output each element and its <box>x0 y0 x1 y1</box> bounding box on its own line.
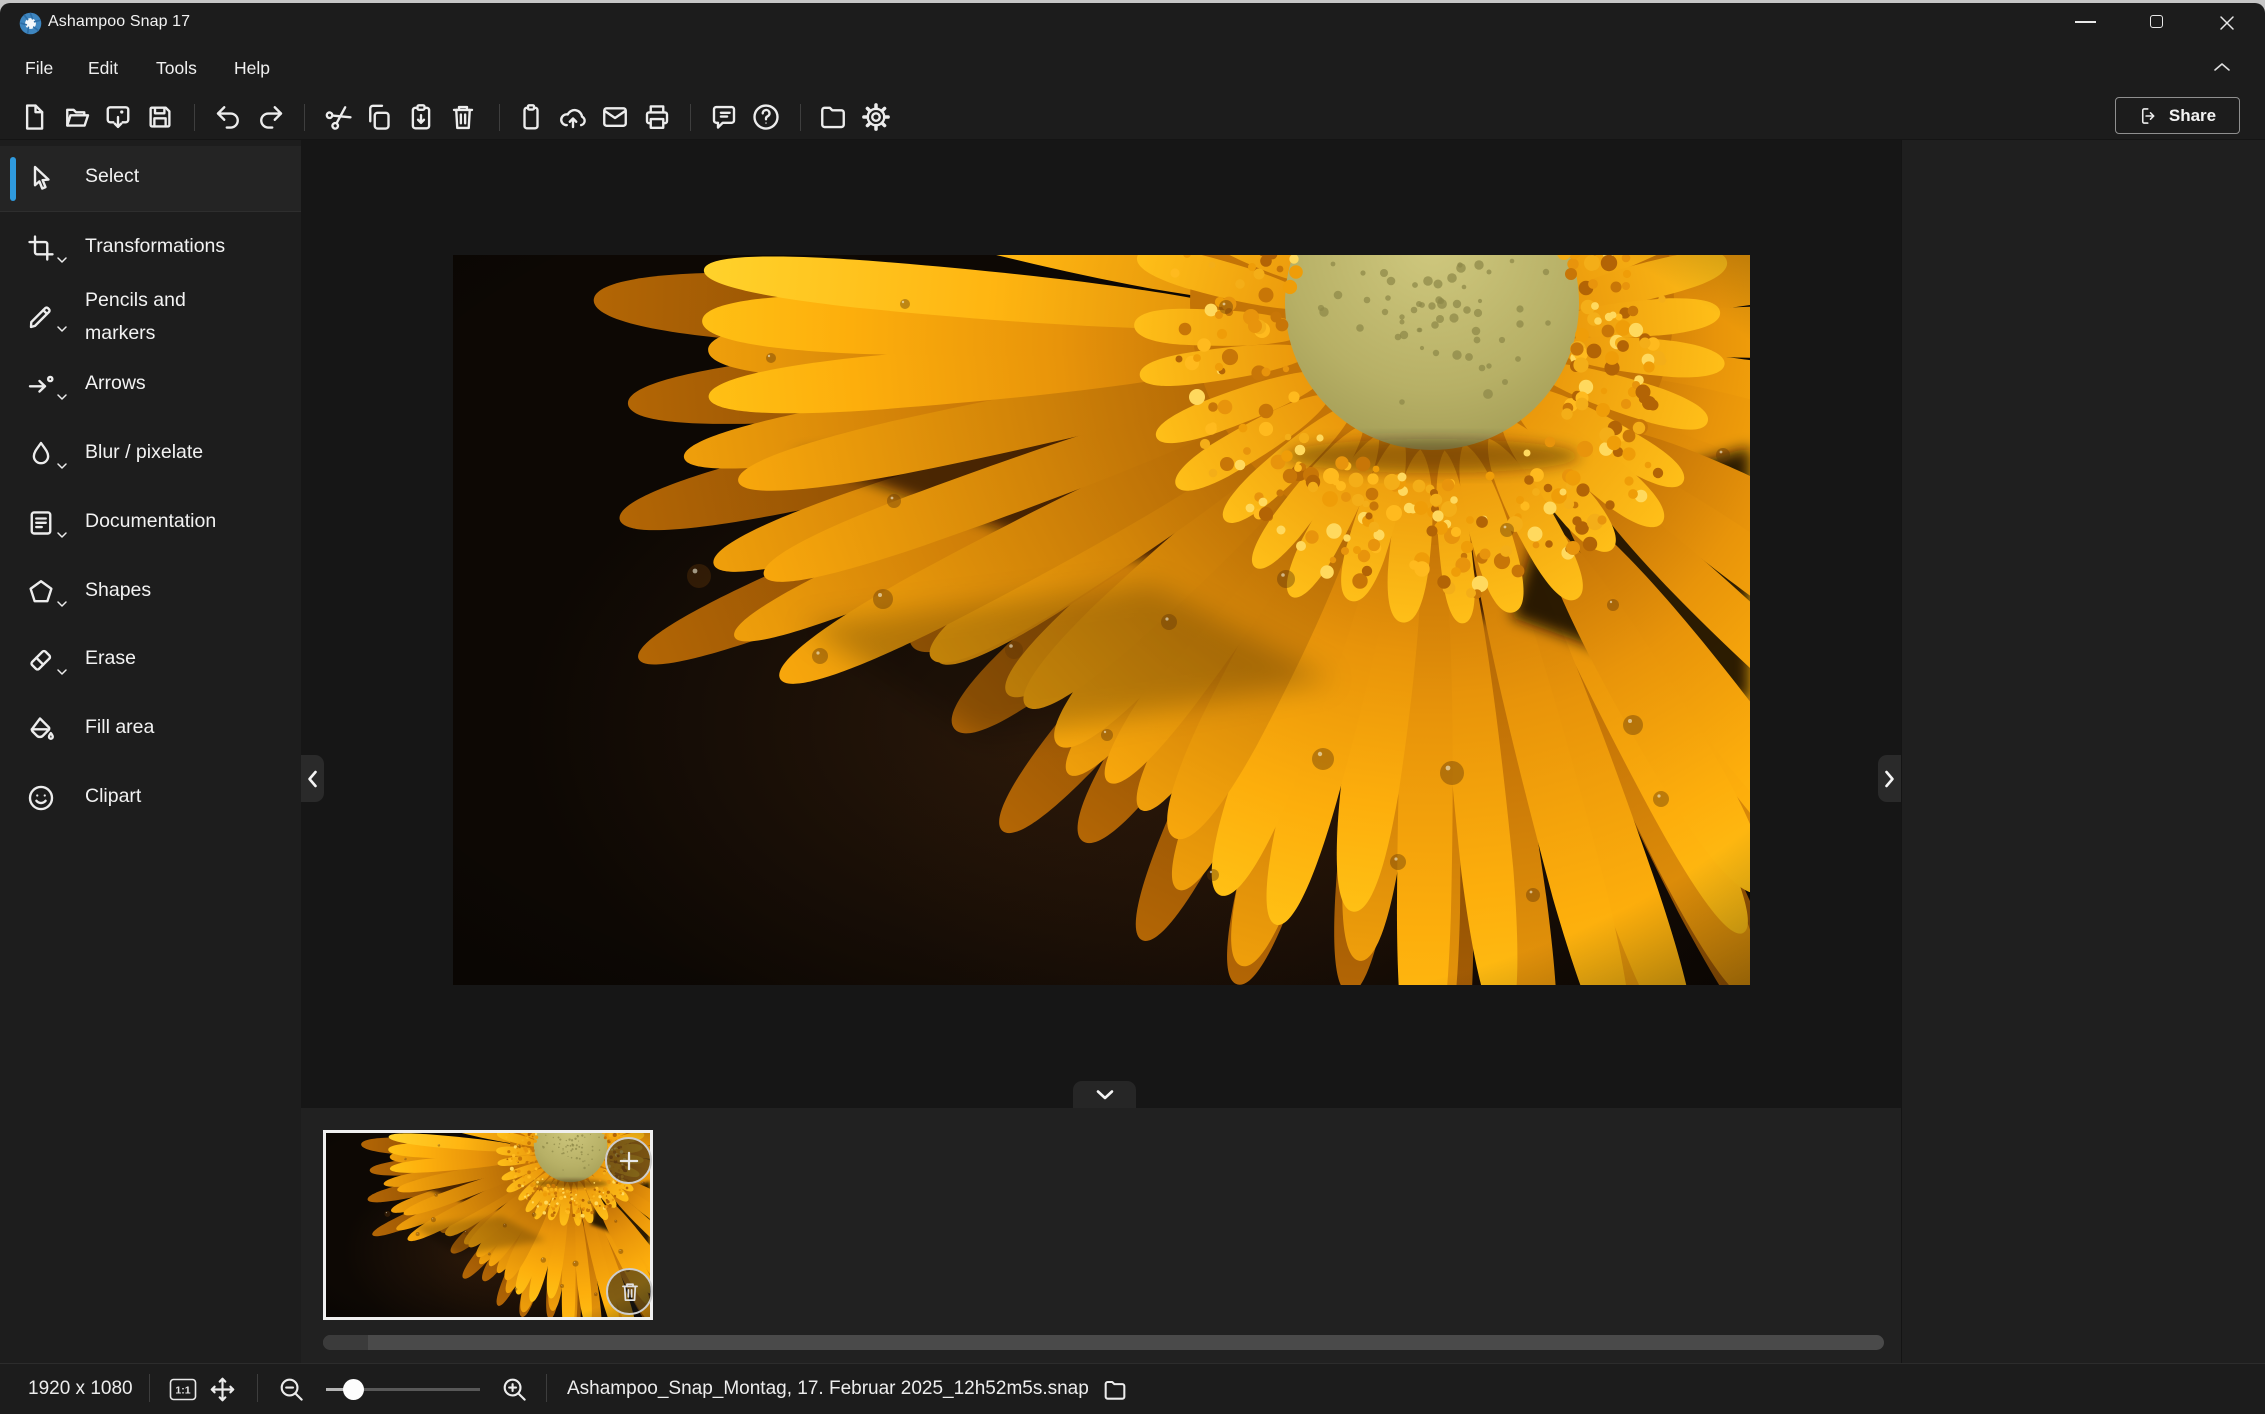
svg-text:1:1: 1:1 <box>175 1385 190 1397</box>
